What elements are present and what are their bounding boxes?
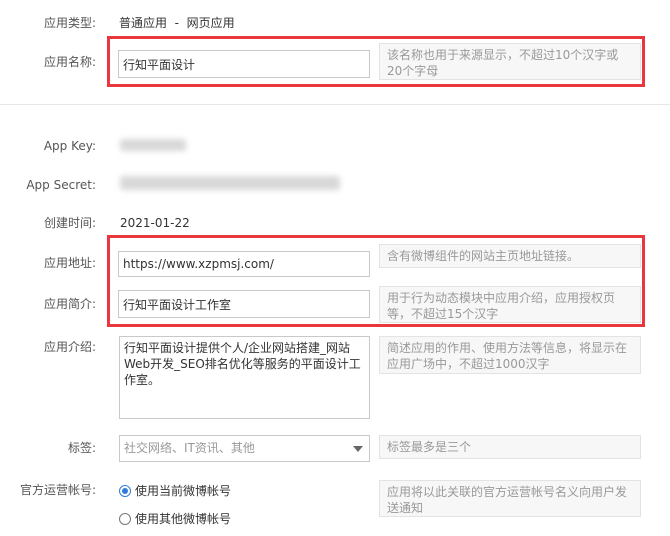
app-summary-input[interactable] [118, 290, 370, 318]
app-intro-textarea[interactable]: 行知平面设计提供个人/企业网站搭建_网站Web开发_SEO排名优化等服务的平面设… [119, 336, 370, 419]
official-account-label: 官方运营帐号: [19, 483, 96, 497]
app-key-redacted [120, 139, 186, 151]
radio-other-label: 使用其他微博帐号 [135, 512, 232, 526]
radio-other-account[interactable]: 使用其他微博帐号 [119, 510, 231, 527]
app-secret-redacted [120, 176, 340, 190]
radio-current-label: 使用当前微博帐号 [135, 484, 232, 498]
app-secret-label: App Secret: [26, 178, 96, 192]
dropdown-arrow-icon [353, 446, 363, 452]
app-summary-label: 应用简介: [43, 297, 96, 311]
app-name-label: 应用名称: [43, 55, 96, 69]
tags-hint: 标签最多是三个 [379, 435, 641, 459]
created-time-label: 创建时间: [43, 216, 96, 230]
official-account-hint: 应用将以此关联的官方运营帐号名义向用户发送通知 [379, 480, 641, 517]
created-time-value: 2021-01-22 [120, 216, 190, 230]
tags-select[interactable]: 社交网络、IT资讯、其他 [119, 435, 370, 462]
radio-checked-icon [119, 484, 131, 497]
app-url-input[interactable] [118, 251, 370, 277]
app-intro-hint: 简述应用的作用、使用方法等信息，将显示在应用广场中，不超过1000汉字 [379, 336, 641, 374]
app-key-label: App Key: [43, 139, 96, 153]
app-summary-hint: 用于行为动态模块中应用介绍，应用授权页等，不超过15个汉字 [379, 286, 641, 323]
app-type-label: 应用类型: [43, 16, 96, 30]
app-name-input[interactable] [118, 50, 370, 78]
tags-placeholder: 社交网络、IT资讯、其他 [124, 441, 255, 455]
app-url-hint: 含有微博组件的网站主页地址链接。 [379, 244, 641, 268]
app-name-hint: 该名称也用于来源显示，不超过10个汉字或20个字母 [379, 43, 641, 80]
radio-unchecked-icon [119, 512, 131, 525]
app-intro-label: 应用介绍: [43, 340, 96, 354]
section-divider [0, 104, 670, 105]
radio-current-account[interactable]: 使用当前微博帐号 [119, 482, 231, 499]
app-type-value: 普通应用 - 网页应用 [119, 16, 235, 30]
tags-label: 标签: [67, 441, 96, 455]
app-url-label: 应用地址: [43, 256, 96, 270]
